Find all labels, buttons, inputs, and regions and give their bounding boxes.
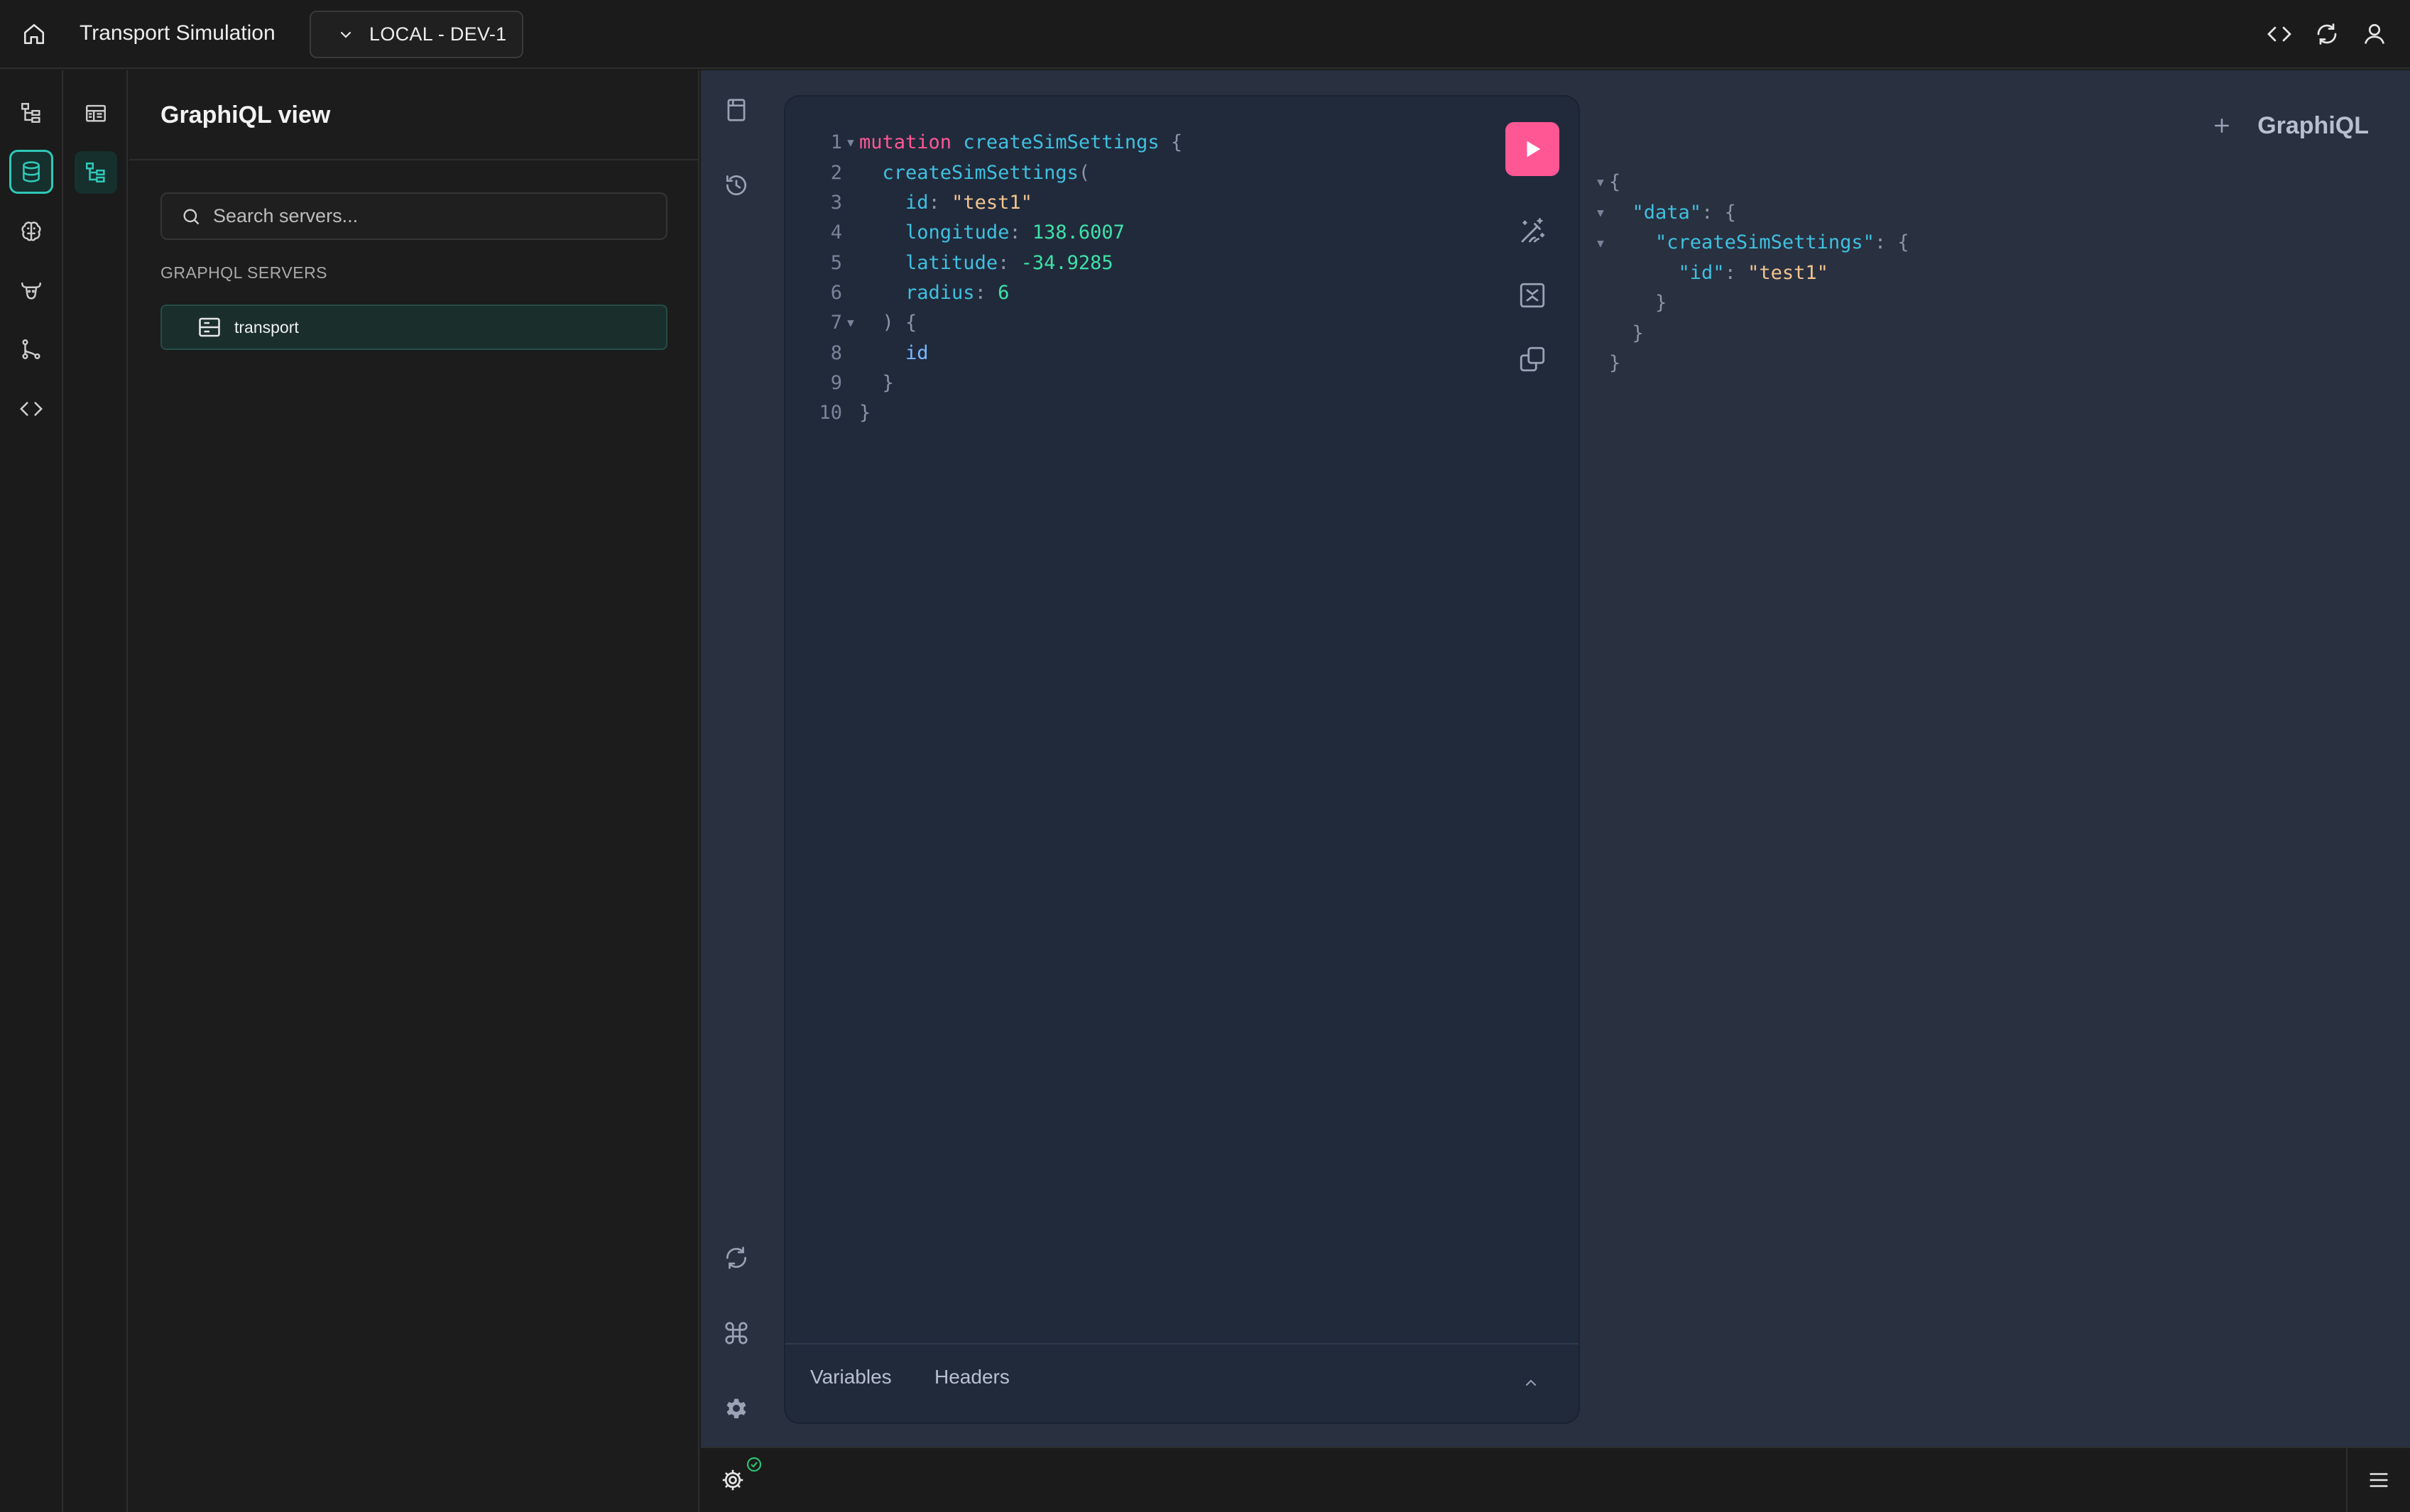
editor-tools-bar: Variables Headers	[785, 1343, 1579, 1423]
merge-fragments-icon[interactable]	[1511, 274, 1554, 317]
response-viewer: ▼{ ▼ "data": { ▼ "createSimSettings": { …	[1592, 168, 2373, 378]
code-line: 3 id: "test1"	[830, 191, 1032, 214]
prettify-icon[interactable]	[1511, 210, 1554, 253]
search-icon	[179, 204, 203, 229]
code-line: 5 latitude: -34.9285	[830, 251, 1113, 274]
response-line: ▼ "data": {	[1592, 198, 2373, 229]
graphiql-logo-title: GraphiQL	[2257, 111, 2369, 139]
app-title: Transport Simulation	[80, 21, 276, 45]
chevron-up-icon[interactable]	[1517, 1369, 1545, 1397]
copy-query-icon[interactable]	[1511, 338, 1554, 380]
code-line: 10}	[819, 402, 871, 424]
status-bar	[701, 1447, 2410, 1512]
response-line: ▼{	[1592, 168, 2373, 198]
primary-nav-rail	[0, 70, 63, 1512]
code-line: 8 id	[830, 341, 929, 364]
history-icon[interactable]	[716, 165, 756, 205]
server-item-transport[interactable]: transport	[160, 305, 667, 350]
graphiql-sidebar	[701, 70, 772, 1447]
code-line: 2 createSimSettings(	[830, 161, 1091, 184]
code-line: 1 ▼ mutation createSimSettings {	[798, 128, 1182, 158]
response-line: ▼ "createSimSettings": {	[1592, 228, 2373, 258]
database-icon[interactable]	[9, 150, 53, 194]
refresh-icon[interactable]	[2309, 16, 2345, 53]
execute-query-button[interactable]	[1505, 122, 1559, 176]
shortcuts-icon[interactable]	[716, 1313, 756, 1353]
bull-icon[interactable]	[9, 268, 53, 312]
response-line: "id": "test1"	[1678, 261, 1828, 284]
environment-select[interactable]: LOCAL - DEV-1	[310, 11, 523, 58]
user-icon[interactable]	[2357, 16, 2392, 53]
code-line: 4 longitude: 138.6007	[830, 221, 1125, 244]
query-editor-card: 1 ▼ mutation createSimSettings { 2 createS…	[784, 95, 1580, 1424]
add-tab-icon[interactable]	[2206, 110, 2237, 141]
search-servers-box[interactable]	[160, 192, 667, 240]
fold-arrow-icon: ▼	[1597, 205, 1604, 219]
graphiql-header: GraphiQL	[2206, 110, 2369, 141]
settings-icon[interactable]	[716, 1388, 756, 1428]
fold-arrow-icon: ▼	[1597, 175, 1604, 190]
dashboard-icon[interactable]	[75, 92, 117, 134]
brain-icon[interactable]	[9, 209, 53, 253]
menu-icon[interactable]	[2346, 1448, 2410, 1512]
server-item-label: transport	[234, 317, 299, 336]
secondary-nav-rail	[65, 70, 128, 1512]
fold-arrow-icon: ▼	[1597, 236, 1604, 250]
tab-headers[interactable]: Headers	[934, 1366, 1010, 1388]
refetch-schema-icon[interactable]	[716, 1238, 756, 1278]
fold-arrow-icon: ▼	[847, 316, 854, 330]
search-servers-input[interactable]	[213, 205, 639, 227]
tab-variables[interactable]: Variables	[810, 1366, 892, 1388]
environment-label: LOCAL - DEV-1	[369, 23, 507, 45]
tree-icon[interactable]	[75, 151, 117, 194]
graphiql-main: 1 ▼ mutation createSimSettings { 2 createS…	[772, 70, 2410, 1447]
code-line: 7 ▼ ) {	[798, 308, 1182, 339]
code-icon[interactable]	[2262, 16, 2297, 53]
query-code[interactable]: 1 ▼ mutation createSimSettings { 2 createS…	[798, 128, 1182, 429]
response-line: }	[1609, 292, 1667, 314]
tree-icon[interactable]	[9, 91, 53, 135]
graphiql-servers-panel: GraphiQL view GRAPHQL SERVERS transport	[129, 70, 699, 1512]
panel-title: GraphiQL view	[160, 102, 331, 128]
git-branch-icon[interactable]	[9, 327, 53, 371]
response-line: }	[1609, 351, 1621, 374]
docs-icon[interactable]	[716, 90, 756, 130]
response-line: }	[1609, 322, 1644, 344]
section-label: GRAPHQL SERVERS	[160, 263, 328, 282]
fold-arrow-icon: ▼	[847, 136, 854, 150]
status-ok-icon	[745, 1455, 763, 1474]
code-line: 6 radius: 6	[830, 281, 1010, 304]
code-line: 9 }	[830, 372, 894, 395]
server-icon	[196, 314, 223, 341]
query-editor[interactable]: 1 ▼ mutation createSimSettings { 2 createS…	[785, 97, 1579, 1346]
top-bar: Transport Simulation LOCAL - DEV-1	[0, 0, 2410, 69]
code-icon[interactable]	[9, 387, 53, 431]
chevron-down-icon	[337, 26, 355, 44]
home-icon[interactable]	[20, 18, 48, 50]
panel-divider	[129, 159, 699, 160]
play-icon	[1527, 141, 1541, 158]
